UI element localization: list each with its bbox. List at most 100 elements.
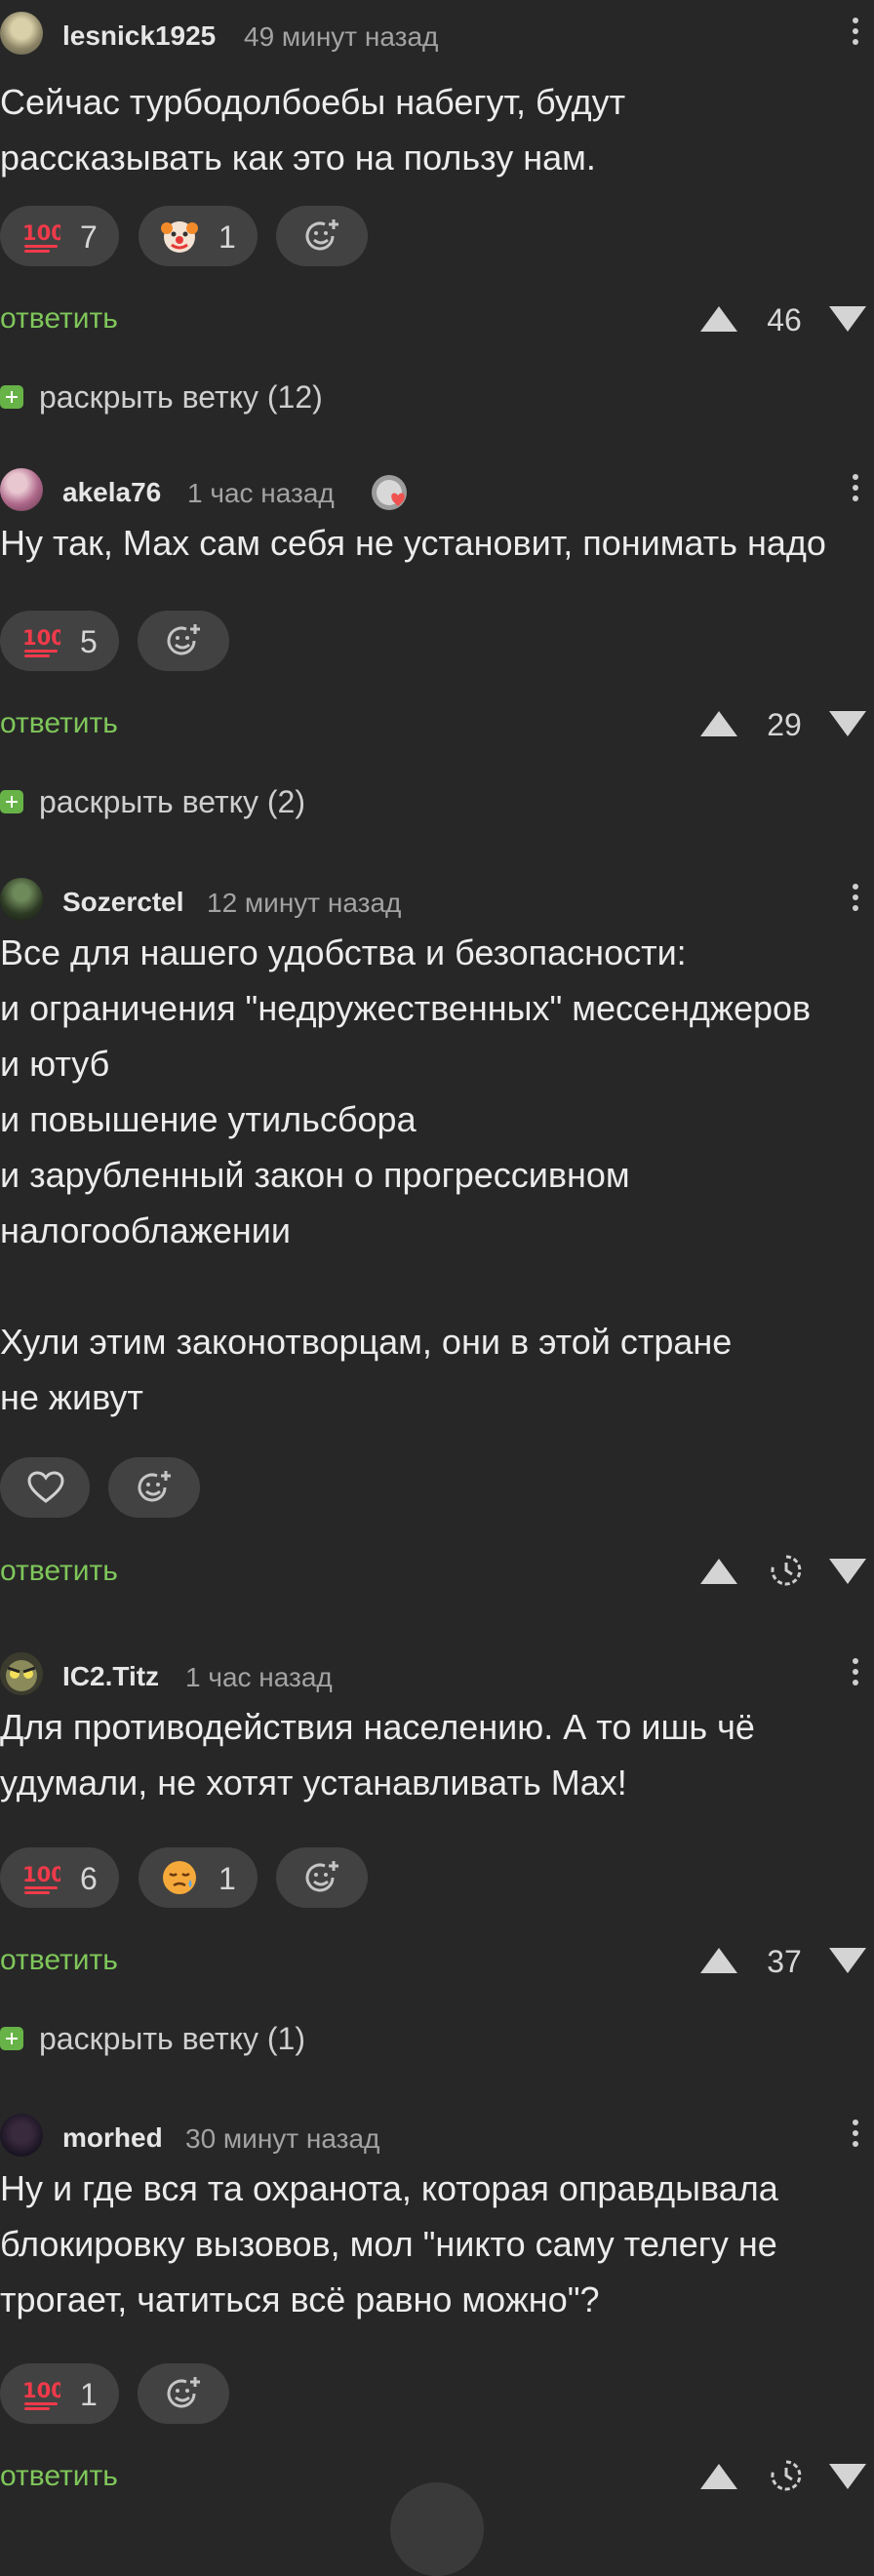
svg-text:100: 100 bbox=[22, 2379, 60, 2402]
expand-thread-label: раскрыть ветку (2) bbox=[39, 784, 305, 819]
hundred-points-icon: 100 bbox=[22, 1863, 60, 1894]
author-name[interactable]: lesnick1925 bbox=[62, 20, 216, 52]
timestamp: 30 минут назад bbox=[185, 2123, 380, 2154]
comment-header: morhed 30 минут назад bbox=[0, 2110, 874, 2159]
reply-link[interactable]: ответить bbox=[0, 2460, 118, 2493]
reply-link[interactable]: ответить bbox=[0, 707, 118, 740]
comment-text: Ну и где вся та охранота, которая оправд… bbox=[0, 2168, 778, 2319]
hundred-points-icon: 100 bbox=[22, 626, 60, 657]
expand-thread-button[interactable]: раскрыть ветку (12) bbox=[0, 377, 488, 416]
expand-thread-button[interactable]: раскрыть ветку (1) bbox=[0, 2019, 488, 2058]
reaction-pill[interactable]: 100 1 bbox=[0, 2363, 119, 2424]
upvote-icon[interactable] bbox=[698, 2462, 739, 2491]
reaction-pill[interactable]: 1 bbox=[139, 206, 258, 266]
comment-actions: ответить 46 bbox=[0, 295, 874, 343]
downvote-icon[interactable] bbox=[827, 304, 868, 334]
timestamp: 1 час назад bbox=[185, 1662, 333, 1692]
comment-header: Sozerctel 12 минут назад bbox=[0, 874, 874, 923]
hundred-points-icon: 100 bbox=[22, 221, 60, 253]
vote-controls bbox=[689, 2452, 874, 2501]
downvote-icon[interactable] bbox=[827, 709, 868, 738]
more-options-icon[interactable] bbox=[851, 880, 860, 919]
add-reaction-icon bbox=[305, 1861, 338, 1892]
reaction-count: 6 bbox=[80, 1861, 98, 1896]
timestamp: 1 час назад bbox=[187, 478, 335, 508]
more-options-icon[interactable] bbox=[851, 470, 860, 509]
reaction-count: 1 bbox=[80, 2377, 98, 2412]
reaction-count: 1 bbox=[218, 219, 236, 255]
reaction-count: 1 bbox=[218, 1861, 236, 1896]
reaction-count: 5 bbox=[80, 624, 98, 659]
comment-header: akela76 1 час назад bbox=[0, 464, 874, 513]
scroll-to-top-button[interactable] bbox=[390, 2482, 484, 2576]
author-name[interactable]: akela76 bbox=[62, 477, 161, 508]
downvote-icon[interactable] bbox=[827, 1557, 868, 1586]
author-name[interactable]: morhed bbox=[62, 2122, 163, 2154]
comment-header: lesnick1925 49 минут назад bbox=[0, 8, 874, 57]
comment-actions: ответить 29 bbox=[0, 699, 874, 748]
vote-controls: 37 bbox=[689, 1936, 874, 1985]
reply-link[interactable]: ответить bbox=[0, 302, 118, 336]
vote-controls bbox=[689, 1547, 874, 1596]
reaction-pill[interactable]: 100 6 bbox=[0, 1847, 119, 1908]
upvote-icon[interactable] bbox=[698, 1946, 739, 1975]
rating-value: 29 bbox=[767, 707, 802, 742]
reaction-pill[interactable]: 100 5 bbox=[0, 611, 119, 671]
user-badge-icon bbox=[372, 475, 407, 510]
add-reaction-button[interactable] bbox=[108, 1457, 200, 1518]
add-reaction-button[interactable] bbox=[276, 1847, 368, 1908]
author-name[interactable]: IC2.Titz bbox=[62, 1661, 159, 1692]
plus-icon bbox=[0, 2027, 23, 2050]
add-reaction-button[interactable] bbox=[138, 2363, 229, 2424]
rating-value: 46 bbox=[767, 302, 802, 337]
pending-rating-clock-icon bbox=[771, 1555, 802, 1586]
more-options-icon[interactable] bbox=[851, 1654, 860, 1693]
sad-relieved-face-icon bbox=[163, 1861, 196, 1894]
avatar[interactable] bbox=[0, 12, 43, 55]
expand-thread-button[interactable]: раскрыть ветку (2) bbox=[0, 782, 488, 821]
rating-value: 37 bbox=[767, 1944, 802, 1979]
add-reaction-icon bbox=[305, 219, 338, 251]
add-reaction-button[interactable] bbox=[276, 206, 368, 266]
svg-text:100: 100 bbox=[22, 1863, 60, 1886]
avatar[interactable] bbox=[0, 878, 43, 921]
downvote-icon[interactable] bbox=[827, 1946, 868, 1975]
timestamp: 49 минут назад bbox=[244, 21, 439, 52]
vote-controls: 29 bbox=[689, 699, 874, 748]
expand-thread-label: раскрыть ветку (1) bbox=[39, 2021, 305, 2056]
comment-actions: ответить 37 bbox=[0, 1936, 874, 1985]
reply-link[interactable]: ответить bbox=[0, 1555, 118, 1588]
reply-link[interactable]: ответить bbox=[0, 1944, 118, 1977]
avatar-image bbox=[6, 1660, 37, 1691]
add-reaction-button[interactable] bbox=[138, 611, 229, 671]
plus-icon bbox=[0, 790, 23, 813]
upvote-icon[interactable] bbox=[698, 709, 739, 738]
add-reaction-icon bbox=[167, 2377, 200, 2408]
reaction-count: 7 bbox=[80, 219, 98, 255]
timestamp: 12 минут назад bbox=[207, 888, 402, 918]
vote-controls: 46 bbox=[689, 295, 874, 343]
more-options-icon[interactable] bbox=[851, 14, 860, 53]
svg-text:100: 100 bbox=[22, 221, 60, 245]
upvote-icon[interactable] bbox=[698, 304, 739, 334]
avatar[interactable] bbox=[0, 2114, 43, 2157]
comment-text: Для противодействия населению. А то ишь … bbox=[0, 1707, 755, 1803]
plus-icon bbox=[0, 385, 23, 409]
pending-rating-clock-icon bbox=[771, 2460, 802, 2491]
more-options-icon[interactable] bbox=[851, 2116, 860, 2155]
author-name[interactable]: Sozerctel bbox=[62, 887, 184, 918]
expand-thread-label: раскрыть ветку (12) bbox=[39, 379, 323, 415]
downvote-icon[interactable] bbox=[827, 2462, 868, 2491]
comment-text: Все для нашего удобства и безопасности: … bbox=[0, 932, 812, 1417]
avatar[interactable] bbox=[0, 1652, 43, 1695]
comment-header: IC2.Titz 1 час назад bbox=[0, 1648, 874, 1697]
comment-text: Ну так, Мах сам себя не установит, поним… bbox=[0, 523, 826, 563]
hundred-points-icon: 100 bbox=[22, 2379, 60, 2410]
like-reaction-button[interactable] bbox=[0, 1457, 90, 1518]
add-reaction-icon bbox=[138, 1471, 171, 1502]
reaction-pill[interactable]: 1 bbox=[139, 1847, 258, 1908]
avatar[interactable] bbox=[0, 468, 43, 511]
clown-face-icon bbox=[161, 221, 198, 253]
upvote-icon[interactable] bbox=[698, 1557, 739, 1586]
reaction-pill[interactable]: 100 7 bbox=[0, 206, 119, 266]
